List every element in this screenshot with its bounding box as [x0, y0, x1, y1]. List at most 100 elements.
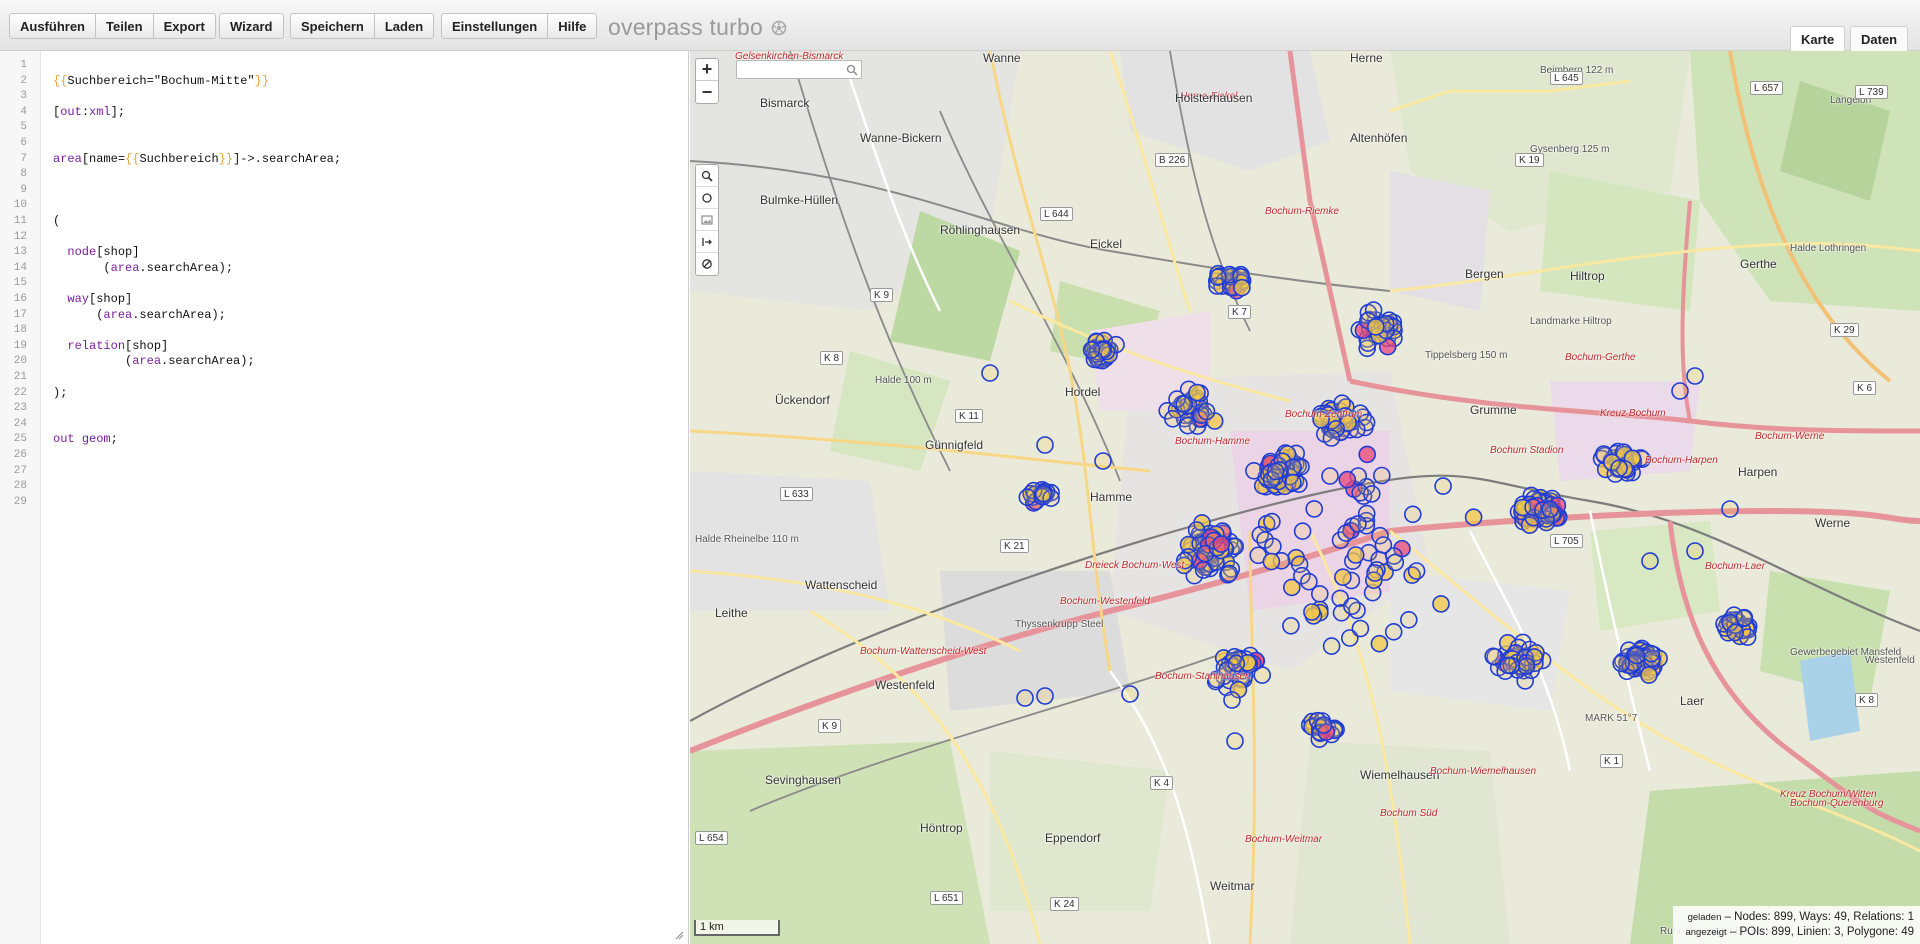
poi-marker[interactable]	[1434, 477, 1452, 495]
poi-marker[interactable]	[1293, 522, 1312, 541]
poi-marker[interactable]	[1610, 459, 1628, 478]
resize-handle-icon[interactable]	[674, 930, 684, 940]
poi-marker[interactable]	[1322, 429, 1341, 447]
poi-marker[interactable]	[1686, 542, 1704, 560]
settings-button[interactable]: Einstellungen	[441, 13, 548, 39]
poi-marker[interactable]	[1264, 537, 1282, 556]
code-line[interactable]: (area.searchArea);	[53, 354, 255, 370]
tab-map[interactable]: Karte	[1790, 26, 1846, 51]
map-search-input[interactable]	[737, 62, 861, 80]
poi-marker[interactable]	[1197, 402, 1216, 421]
poi-marker[interactable]	[1358, 445, 1377, 464]
poi-marker[interactable]	[1407, 562, 1426, 580]
zoom-to-data-button[interactable]	[696, 165, 718, 187]
poi-marker[interactable]	[1321, 467, 1339, 485]
poi-marker[interactable]	[1188, 383, 1206, 402]
poi-marker[interactable]	[1671, 382, 1689, 400]
poi-marker[interactable]	[1374, 536, 1393, 554]
zoom-in-button[interactable]: +	[696, 59, 718, 81]
poi-marker[interactable]	[1403, 505, 1422, 524]
poi-marker[interactable]	[1399, 610, 1418, 629]
poi-marker[interactable]	[1384, 622, 1403, 641]
poi-marker[interactable]	[1366, 564, 1384, 582]
poi-marker[interactable]	[1541, 500, 1559, 518]
poi-marker[interactable]	[1036, 436, 1054, 454]
poi-marker[interactable]	[1386, 553, 1405, 572]
poi-marker[interactable]	[1642, 644, 1661, 663]
poi-marker[interactable]	[1303, 603, 1321, 621]
poi-marker[interactable]	[1266, 462, 1285, 481]
poi-marker[interactable]	[1627, 646, 1646, 665]
clear-data-button[interactable]	[696, 253, 718, 275]
help-button[interactable]: Hilfe	[547, 13, 598, 39]
poi-marker[interactable]	[1362, 485, 1381, 503]
poi-marker[interactable]	[1253, 666, 1272, 684]
poi-marker[interactable]	[1245, 461, 1263, 480]
poi-marker[interactable]	[1016, 689, 1034, 707]
export-map-button[interactable]	[696, 231, 718, 253]
code-line[interactable]: out geom;	[53, 432, 118, 448]
poi-marker[interactable]	[1641, 552, 1659, 570]
poi-marker[interactable]	[1366, 318, 1385, 336]
poi-marker[interactable]	[1343, 597, 1361, 616]
code-line[interactable]: way[shop]	[53, 292, 132, 308]
poi-marker[interactable]	[1640, 666, 1658, 684]
poi-marker[interactable]	[1220, 564, 1239, 583]
poi-marker[interactable]	[1178, 416, 1197, 435]
poi-marker[interactable]	[1194, 561, 1213, 579]
poi-marker[interactable]	[1226, 732, 1244, 750]
poi-marker[interactable]	[1223, 691, 1241, 709]
poi-marker[interactable]	[1686, 367, 1704, 385]
map-view[interactable]: Gelsenkirchen-Bismarck Wanne Herne Herne-Ei…	[690, 51, 1920, 944]
poi-marker[interactable]	[1372, 466, 1391, 485]
poi-marker[interactable]	[1346, 546, 1365, 564]
poi-marker[interactable]	[1726, 623, 1744, 642]
poi-marker[interactable]	[1263, 512, 1281, 531]
poi-marker[interactable]	[1334, 568, 1352, 587]
code-line[interactable]: (	[53, 214, 60, 230]
poi-marker[interactable]	[1034, 484, 1053, 503]
search-icon[interactable]	[846, 64, 858, 76]
poi-marker[interactable]	[1233, 278, 1251, 297]
code-line[interactable]: (area.searchArea);	[53, 261, 233, 277]
poi-marker[interactable]	[1484, 647, 1503, 666]
poi-marker[interactable]	[1121, 685, 1139, 703]
code-line[interactable]: relation[shop]	[53, 339, 168, 355]
poi-marker[interactable]	[1314, 716, 1333, 734]
query-editor[interactable]: 1 2 3 4 5 6 7 8 9 10 11 12 13 14 15 16 17 18 19 20 21 22 23 24 2…	[0, 51, 689, 944]
poi-marker[interactable]	[1305, 500, 1324, 518]
poi-marker[interactable]	[1163, 409, 1182, 428]
poi-marker[interactable]	[1499, 656, 1518, 675]
poi-marker[interactable]	[1338, 470, 1357, 489]
code-line[interactable]: area[name={{Suchbereich}}]->.searchArea;	[53, 152, 341, 168]
poi-marker[interactable]	[1517, 657, 1536, 676]
export-button[interactable]: Export	[152, 13, 216, 39]
poi-marker[interactable]	[1432, 595, 1450, 613]
poi-marker[interactable]	[1735, 608, 1754, 627]
poi-marker[interactable]	[1208, 268, 1227, 286]
poi-marker[interactable]	[1464, 508, 1483, 527]
code-line[interactable]: [out:xml];	[53, 105, 125, 121]
poi-marker[interactable]	[981, 364, 999, 382]
code-line[interactable]: (area.searchArea);	[53, 308, 226, 324]
zoom-out-button[interactable]: −	[696, 81, 718, 103]
poi-marker[interactable]	[1300, 572, 1318, 591]
poi-marker[interactable]	[1094, 452, 1112, 470]
poi-marker[interactable]	[1612, 654, 1631, 673]
code-line[interactable]: {{Suchbereich="Bochum-Mitte"}}	[53, 74, 269, 90]
poi-marker[interactable]	[1370, 634, 1389, 653]
wizard-button[interactable]: Wizard	[219, 13, 284, 39]
poi-marker[interactable]	[1227, 654, 1246, 673]
load-button[interactable]: Laden	[373, 13, 435, 39]
poi-marker[interactable]	[1036, 687, 1054, 705]
poi-marker[interactable]	[1284, 473, 1302, 492]
poi-marker[interactable]	[1082, 341, 1101, 359]
code-line[interactable]: node[shop]	[53, 245, 139, 261]
tab-data[interactable]: Daten	[1850, 26, 1909, 51]
poi-marker[interactable]	[1018, 488, 1037, 507]
save-button[interactable]: Speichern	[290, 13, 374, 39]
toggle-data-button[interactable]	[696, 209, 718, 231]
poi-marker[interactable]	[1262, 552, 1281, 571]
poi-marker[interactable]	[1721, 500, 1739, 518]
code-line[interactable]: );	[53, 386, 67, 402]
